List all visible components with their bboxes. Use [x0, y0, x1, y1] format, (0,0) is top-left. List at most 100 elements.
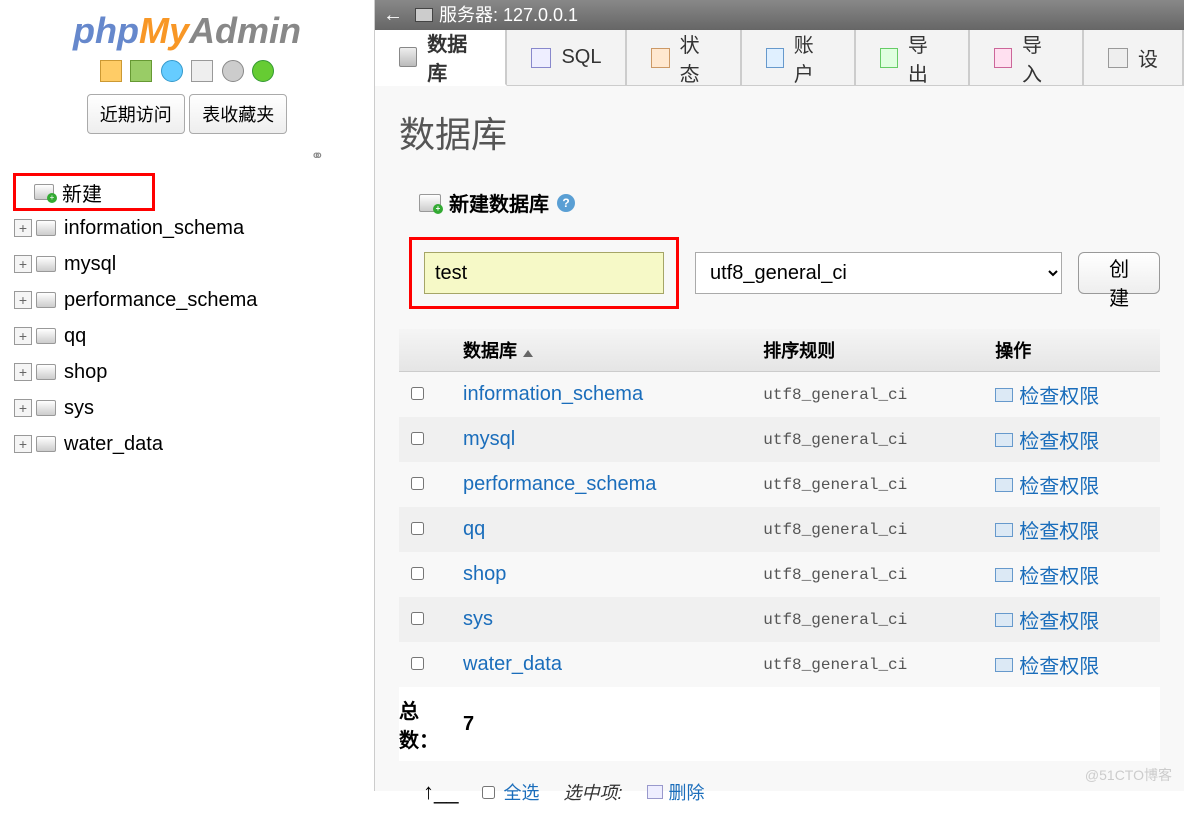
database-link[interactable]: shop — [451, 552, 751, 597]
row-checkbox[interactable] — [411, 522, 424, 535]
row-checkbox[interactable] — [411, 387, 424, 400]
privileges-icon — [995, 478, 1013, 492]
exit-icon[interactable] — [130, 60, 152, 82]
database-link[interactable]: mysql — [451, 417, 751, 462]
check-privileges-link[interactable]: 检查权限 — [995, 470, 1148, 499]
recent-tab[interactable]: 近期访问 — [87, 94, 185, 134]
collation-select[interactable]: utf8_general_ci — [695, 252, 1062, 294]
row-checkbox[interactable] — [411, 432, 424, 445]
dbname-highlight — [409, 237, 679, 309]
tree-new-database[interactable]: 新建 — [14, 174, 154, 210]
database-icon — [36, 292, 56, 308]
check-privileges-link[interactable]: 检查权限 — [995, 560, 1148, 589]
privileges-icon — [995, 568, 1013, 582]
expand-icon[interactable]: + — [14, 255, 32, 273]
tree-database-item[interactable]: +performance_schema — [14, 282, 374, 318]
with-selected-label: 选中项: — [563, 779, 622, 805]
create-button[interactable]: 创建 — [1078, 252, 1160, 294]
row-checkbox[interactable] — [411, 612, 424, 625]
expand-icon[interactable]: + — [14, 291, 32, 309]
expand-icon[interactable]: + — [14, 399, 32, 417]
database-name-input[interactable] — [424, 252, 664, 294]
content-area: 数据库 新建数据库 ? utf8_general_ci 创建 — [375, 86, 1184, 825]
check-privileges-link[interactable]: 检查权限 — [995, 515, 1148, 544]
tree-database-item[interactable]: + sys — [14, 390, 374, 426]
database-link[interactable]: qq — [451, 507, 751, 552]
tree-database-label: sys — [64, 397, 94, 420]
privileges-icon — [995, 658, 1013, 672]
help-icon[interactable] — [161, 60, 183, 82]
sql-icon[interactable] — [191, 60, 213, 82]
main-area: ← 服务器: 127.0.0.1 数据库 SQL 状态 账户 导出 导入 设 数… — [375, 0, 1184, 791]
delete-link[interactable]: 删除 — [647, 779, 705, 805]
wrench-icon — [1108, 48, 1128, 68]
check-privileges-link[interactable]: 检查权限 — [995, 650, 1148, 679]
tree-database-item[interactable]: +water_data — [14, 426, 374, 462]
collapse-sidebar-icon[interactable]: ← — [383, 0, 403, 30]
database-link[interactable]: information_schema — [451, 372, 751, 418]
row-collation: utf8_general_ci — [751, 642, 983, 687]
tab-sql[interactable]: SQL — [507, 30, 627, 85]
database-link[interactable]: sys — [451, 597, 751, 642]
page-title: 数据库 — [399, 106, 1160, 158]
tree-database-item[interactable]: + shop — [14, 354, 374, 390]
check-privileges-link[interactable]: 检查权限 — [995, 605, 1148, 634]
home-icon[interactable] — [100, 60, 122, 82]
expand-icon[interactable]: + — [14, 327, 32, 345]
sql-tab-icon — [531, 48, 551, 68]
total-row: 总数： 7 — [399, 687, 1160, 761]
sidebar-tabs: 近期访问 表收藏夹 — [0, 94, 374, 134]
delete-label: 删除 — [669, 779, 705, 805]
col-collation[interactable]: 排序规则 — [751, 329, 983, 372]
tree-database-item[interactable]: +information_schema — [14, 210, 374, 246]
database-link[interactable]: water_data — [451, 642, 751, 687]
gear-icon[interactable] — [222, 60, 244, 82]
topbar: ← 服务器: 127.0.0.1 — [375, 0, 1184, 30]
expand-icon[interactable]: + — [14, 435, 32, 453]
logo-php: php — [73, 10, 139, 51]
row-checkbox[interactable] — [411, 477, 424, 490]
row-collation: utf8_general_ci — [751, 597, 983, 642]
table-row: performance_schemautf8_general_ci检查权限 — [399, 462, 1160, 507]
server-icon — [415, 8, 433, 22]
help-icon[interactable]: ? — [557, 194, 575, 212]
create-database-header: 新建数据库 ? — [399, 188, 1160, 217]
row-checkbox[interactable] — [411, 567, 424, 580]
logo-my: My — [139, 10, 189, 51]
select-all-checkbox[interactable] — [482, 786, 495, 799]
database-tree: 新建 +information_schema+mysql+performance… — [0, 174, 374, 462]
delete-icon — [647, 785, 663, 799]
expand-icon[interactable]: + — [14, 363, 32, 381]
user-icon — [766, 48, 784, 68]
expand-icon[interactable]: + — [14, 219, 32, 237]
tab-settings[interactable]: 设 — [1084, 30, 1184, 85]
link-icon[interactable]: ⚭ — [0, 146, 374, 166]
tab-status[interactable]: 状态 — [627, 30, 741, 85]
tree-database-item[interactable]: +mysql — [14, 246, 374, 282]
table-row: information_schemautf8_general_ci检查权限 — [399, 372, 1160, 418]
tab-accounts[interactable]: 账户 — [742, 30, 856, 85]
status-icon — [651, 48, 669, 68]
database-icon — [36, 436, 56, 452]
check-privileges-link[interactable]: 检查权限 — [995, 380, 1148, 409]
tree-database-label: shop — [64, 361, 107, 384]
privileges-icon — [995, 613, 1013, 627]
logo-admin: Admin — [189, 10, 301, 51]
row-checkbox[interactable] — [411, 657, 424, 670]
favorites-tab[interactable]: 表收藏夹 — [189, 94, 287, 134]
check-privileges-link[interactable]: 检查权限 — [995, 425, 1148, 454]
tab-import[interactable]: 导入 — [970, 30, 1084, 85]
refresh-icon[interactable] — [252, 60, 274, 82]
tree-database-item[interactable]: +qq — [14, 318, 374, 354]
tree-new-label: 新建 — [62, 178, 102, 207]
main-tabs: 数据库 SQL 状态 账户 导出 导入 设 — [375, 30, 1184, 86]
tab-settings-label: 设 — [1138, 43, 1158, 72]
tab-databases[interactable]: 数据库 — [375, 30, 507, 86]
import-icon — [994, 48, 1012, 68]
select-all-label: 全选 — [503, 779, 539, 805]
database-link[interactable]: performance_schema — [451, 462, 751, 507]
tab-export[interactable]: 导出 — [856, 30, 970, 85]
sidebar-toolbar — [0, 60, 374, 82]
col-database[interactable]: 数据库 — [451, 329, 751, 372]
select-all-link[interactable]: 全选 — [482, 779, 539, 805]
